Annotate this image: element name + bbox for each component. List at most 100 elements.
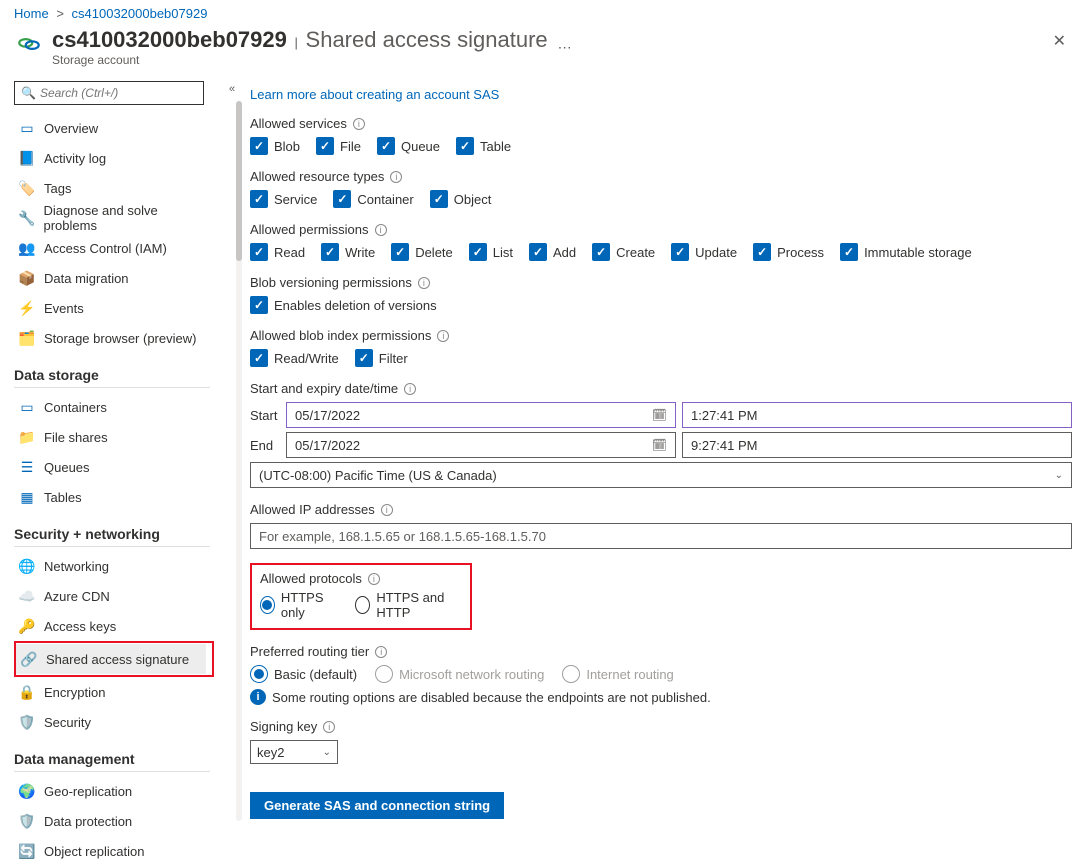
chk-add[interactable]: ✓Add [529,243,576,261]
collapse-sidebar-icon[interactable]: « [229,83,235,833]
chk-blob[interactable]: ✓Blob [250,137,300,155]
nav-access-control[interactable]: 👥Access Control (IAM) [14,233,214,263]
chk-service[interactable]: ✓Service [250,190,317,208]
allowed-permissions-label: Allowed permissions [250,222,369,237]
more-menu-icon[interactable]: ⋯ [558,39,572,56]
nav-object-replication[interactable]: 🔄Object replication [14,836,214,866]
info-icon[interactable]: i [375,646,387,658]
nav-encryption[interactable]: 🔒Encryption [14,677,214,707]
chk-table[interactable]: ✓Table [456,137,511,155]
checkbox-checked-icon: ✓ [316,137,334,155]
allowed-ip-input[interactable]: For example, 168.1.5.65 or 168.1.5.65-16… [250,523,1072,549]
radio-disabled-icon [562,665,580,683]
nav-activity-log[interactable]: 📘Activity log [14,143,214,173]
radio-basic[interactable]: Basic (default) [250,665,357,683]
start-time-input[interactable]: 1:27:41 PM [682,402,1072,428]
nav-shared-access-signature[interactable]: 🔗Shared access signature [16,644,206,674]
nav-file-shares[interactable]: 📁File shares [14,422,214,452]
chevron-down-icon: ⌄ [323,747,331,758]
checkbox-checked-icon: ✓ [671,243,689,261]
chk-write[interactable]: ✓Write [321,243,375,261]
nav-storage-browser[interactable]: 🗂️Storage browser (preview) [14,323,214,353]
chk-list[interactable]: ✓List [469,243,513,261]
nav-data-protection[interactable]: 🛡️Data protection [14,806,214,836]
chevron-down-icon: ⌄ [1055,470,1063,481]
checkbox-checked-icon: ✓ [391,243,409,261]
chk-immutable[interactable]: ✓Immutable storage [840,243,972,261]
checkbox-checked-icon: ✓ [250,349,268,367]
log-icon: 📘 [18,149,36,167]
calendar-icon: 🗓 [652,408,667,422]
scrollbar-track[interactable] [236,101,242,821]
info-icon[interactable]: i [418,277,430,289]
checkbox-checked-icon: ✓ [377,137,395,155]
nav-access-keys[interactable]: 🔑Access keys [14,611,214,641]
nav-azure-cdn[interactable]: ☁️Azure CDN [14,581,214,611]
nav-diagnose[interactable]: 🔧Diagnose and solve problems [14,203,214,233]
nav-tables[interactable]: ▦Tables [14,482,214,512]
nav-data-migration[interactable]: 📦Data migration [14,263,214,293]
chk-filter[interactable]: ✓Filter [355,349,408,367]
chk-object[interactable]: ✓Object [430,190,492,208]
nav-tags[interactable]: 🏷️Tags [14,173,214,203]
radio-checked-icon [260,596,275,614]
allowed-protocols-label: Allowed protocols [260,571,362,586]
page-header: cs410032000beb07929 | Shared access sign… [0,23,1086,77]
info-icon[interactable]: i [353,118,365,130]
nav-networking[interactable]: 🌐Networking [14,551,214,581]
nav-overview[interactable]: ▭Overview [14,113,214,143]
timezone-select[interactable]: (UTC-08:00) Pacific Time (US & Canada)⌄ [250,462,1072,488]
chk-update[interactable]: ✓Update [671,243,737,261]
nav-events[interactable]: ⚡Events [14,293,214,323]
scrollbar-thumb[interactable] [236,101,242,261]
search-input[interactable] [40,86,197,100]
sidebar-search[interactable]: 🔍 [14,81,204,105]
nav-containers[interactable]: ▭Containers [14,392,214,422]
chk-file[interactable]: ✓File [316,137,361,155]
chk-readwrite[interactable]: ✓Read/Write [250,349,339,367]
chk-container[interactable]: ✓Container [333,190,413,208]
breadcrumb-sep: > [56,6,64,21]
info-icon[interactable]: i [323,721,335,733]
end-time-input[interactable]: 9:27:41 PM [682,432,1072,458]
chk-process[interactable]: ✓Process [753,243,824,261]
allowed-ip-label: Allowed IP addresses [250,502,375,517]
signing-key-select[interactable]: key2⌄ [250,740,338,764]
info-icon[interactable]: i [404,383,416,395]
info-icon[interactable]: i [381,504,393,516]
info-icon[interactable]: i [368,573,380,585]
end-date-input[interactable]: 05/17/2022🗓 [286,432,676,458]
info-icon[interactable]: i [437,330,449,342]
radio-https-only[interactable]: HTTPS only [260,590,337,620]
replication-icon: 🔄 [18,842,36,860]
generate-sas-button[interactable]: Generate SAS and connection string [250,792,504,819]
chk-delete-versions[interactable]: ✓Enables deletion of versions [250,296,437,314]
checkbox-checked-icon: ✓ [456,137,474,155]
checkbox-checked-icon: ✓ [529,243,547,261]
breadcrumb-home[interactable]: Home [14,6,49,21]
close-button[interactable]: ✕ [1047,27,1072,55]
nav-geo-replication[interactable]: 🌍Geo-replication [14,776,214,806]
radio-https-http[interactable]: HTTPS and HTTP [355,590,462,620]
checkbox-checked-icon: ✓ [355,349,373,367]
checkbox-checked-icon: ✓ [250,190,268,208]
page-title: cs410032000beb07929 [52,27,287,52]
chk-read[interactable]: ✓Read [250,243,305,261]
chk-queue[interactable]: ✓Queue [377,137,440,155]
checkbox-checked-icon: ✓ [333,190,351,208]
nav-security[interactable]: 🛡️Security [14,707,214,737]
info-icon[interactable]: i [375,224,387,236]
chk-create[interactable]: ✓Create [592,243,655,261]
allowed-services-label: Allowed services [250,116,347,131]
chk-delete[interactable]: ✓Delete [391,243,453,261]
breadcrumb-resource[interactable]: cs410032000beb07929 [72,6,208,21]
people-icon: 👥 [18,239,36,257]
storage-icon: ▭ [18,119,36,137]
page-subtitle-section: Shared access signature [306,27,548,52]
radio-ms-routing: Microsoft network routing [375,665,544,683]
start-date-input[interactable]: 05/17/2022🗓 [286,402,676,428]
learn-more-link[interactable]: Learn more about creating an account SAS [250,87,499,102]
info-icon[interactable]: i [390,171,402,183]
nav-queues[interactable]: ☰Queues [14,452,214,482]
checkbox-checked-icon: ✓ [592,243,610,261]
